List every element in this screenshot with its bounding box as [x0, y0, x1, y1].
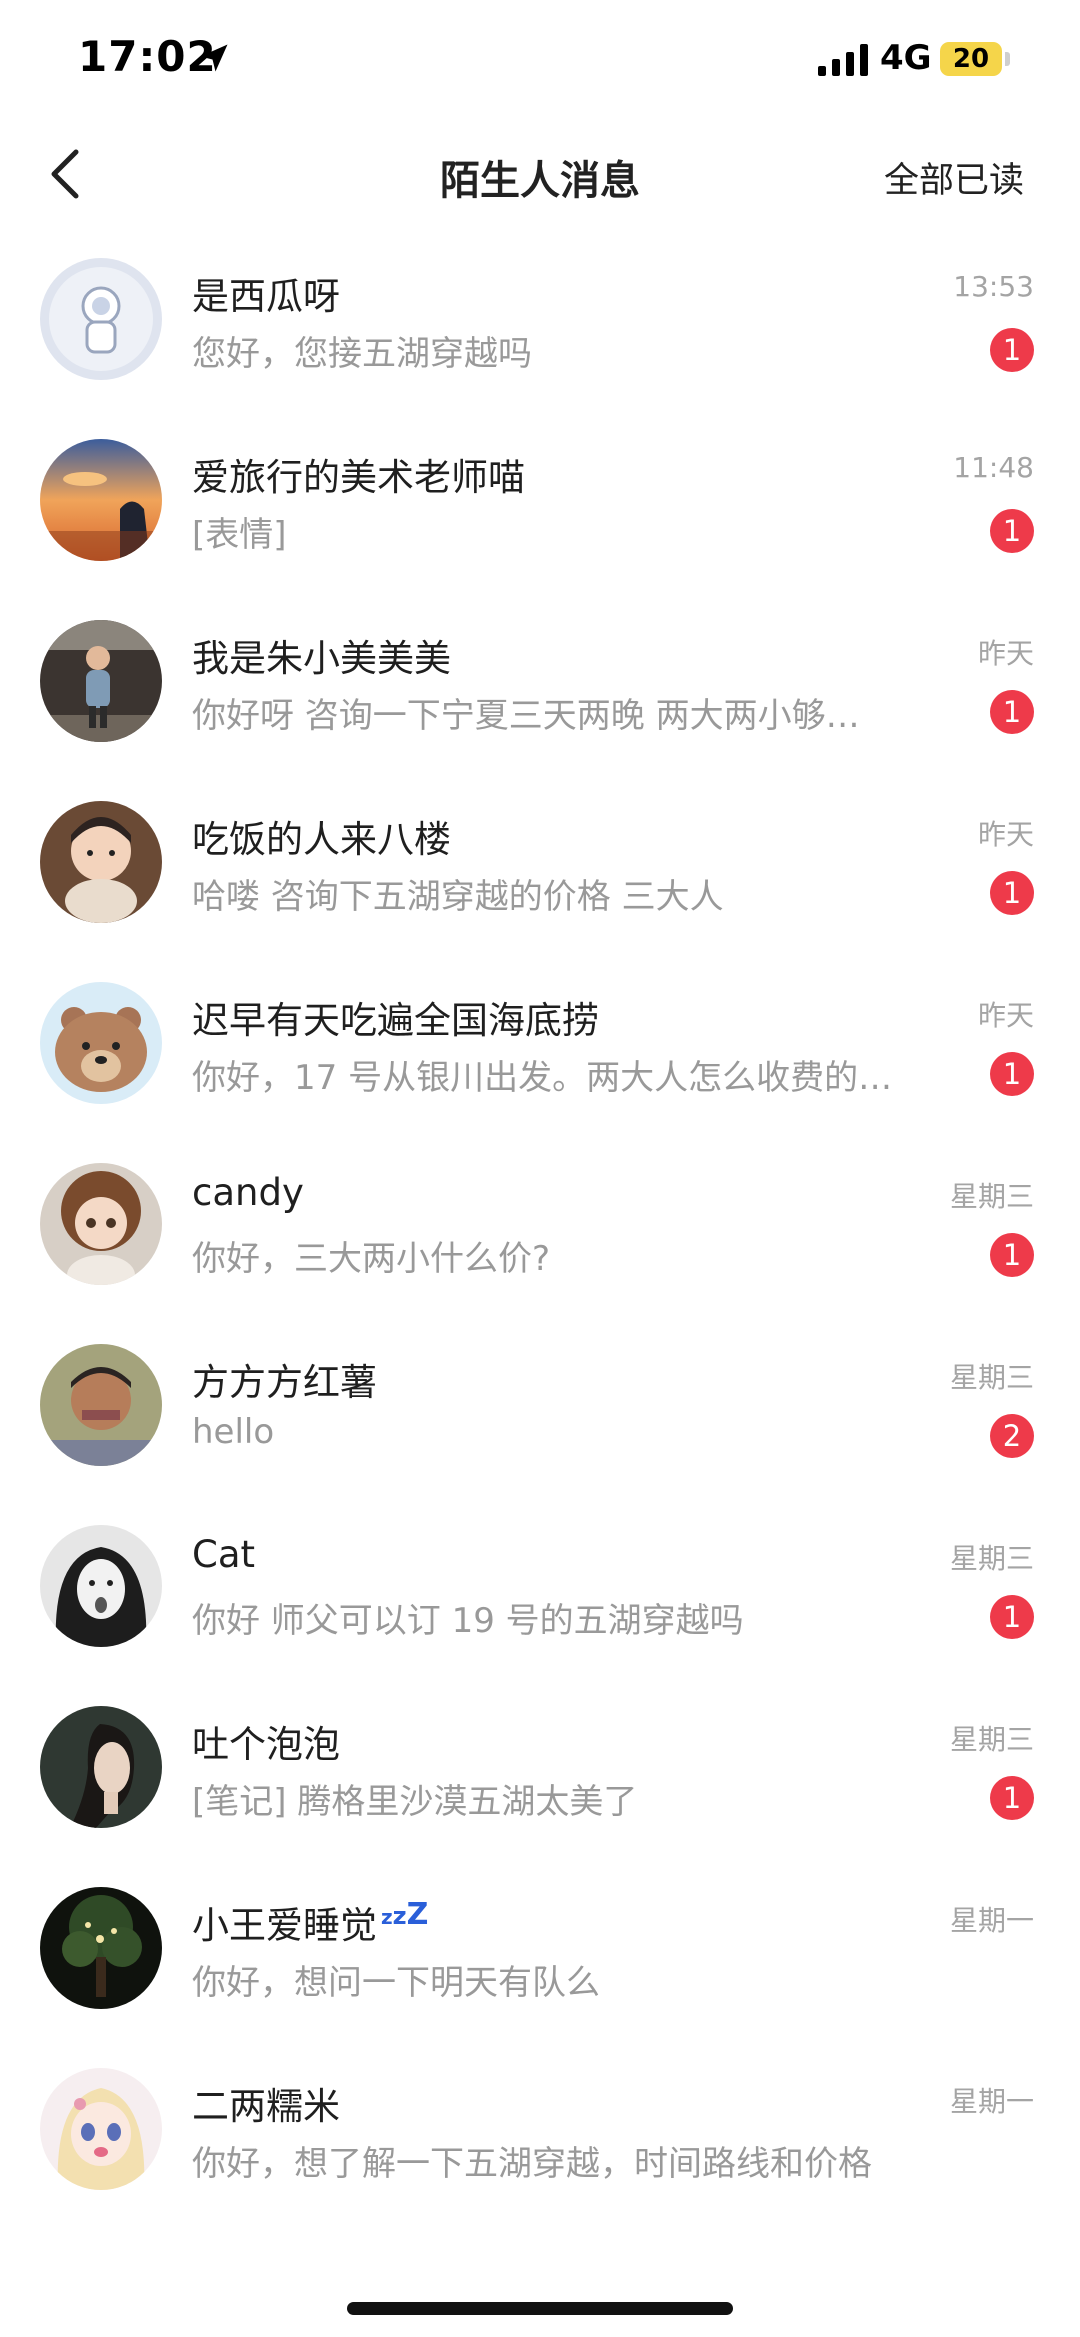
avatar: [40, 2068, 162, 2190]
message-row[interactable]: candy 你好，三大两小什么价? 星期三 1: [0, 1163, 1080, 1344]
battery-level: 20: [952, 44, 990, 74]
message-preview: 哈喽 咨询下五湖穿越的价格 三大人: [192, 877, 724, 917]
contact-name: 吐个泡泡: [192, 1723, 340, 1766]
message-preview: [表情]: [192, 515, 287, 555]
nav-bar: 陌生人消息 全部已读: [0, 120, 1080, 230]
unread-badge: 2: [990, 1414, 1034, 1458]
contact-name: 吃饭的人来八楼: [192, 818, 451, 861]
network-type: 4G: [880, 38, 932, 78]
message-row[interactable]: Cat 你好 师父可以订 19 号的五湖穿越吗 星期三 1: [0, 1525, 1080, 1706]
message-row[interactable]: 二两糯米 你好，想了解一下五湖穿越，时间路线和价格 星期一: [0, 2068, 1080, 2249]
contact-name-text: 小王爱睡觉: [192, 1904, 377, 1947]
message-preview: 你好，想问一下明天有队么: [192, 1963, 600, 2003]
message-time: 星期三: [949, 1542, 1034, 1575]
message-preview: 您好，您接五湖穿越吗: [192, 334, 532, 374]
avatar: [40, 801, 162, 923]
message-time: 昨天: [977, 637, 1034, 670]
contact-name: 二两糯米: [192, 2085, 340, 2128]
avatar: [40, 620, 162, 742]
contact-name: Cat: [192, 1533, 256, 1576]
mark-all-read-button[interactable]: 全部已读: [884, 152, 1024, 203]
stranger-messages-screen: 17:02 4G 20 陌生人消息 全部已读 是西瓜呀 您好，您接五湖穿越吗 1…: [0, 0, 1080, 2337]
message-preview: 你好，想了解一下五湖穿越，时间路线和价格: [192, 2144, 872, 2184]
message-row[interactable]: 是西瓜呀 您好，您接五湖穿越吗 13:53 1: [0, 258, 1080, 439]
unread-badge: 1: [990, 871, 1034, 915]
unread-badge: 1: [990, 1595, 1034, 1639]
unread-badge: 1: [990, 690, 1034, 734]
unread-badge: 1: [990, 509, 1034, 553]
unread-badge: 1: [990, 1233, 1034, 1277]
contact-name: 爱旅行的美术老师喵: [192, 456, 525, 499]
contact-name: 方方方红薯: [192, 1361, 377, 1404]
contact-name: 我是朱小美美美: [192, 637, 451, 680]
message-row[interactable]: 爱旅行的美术老师喵 [表情] 11:48 1: [0, 439, 1080, 620]
avatar: [40, 1163, 162, 1285]
message-row[interactable]: 方方方红薯 hello 星期三 2: [0, 1344, 1080, 1525]
contact-name: 小王爱睡觉 zzZ: [192, 1895, 428, 1949]
message-time: 星期一: [949, 1904, 1034, 1937]
message-preview: 你好，三大两小什么价?: [192, 1239, 551, 1279]
message-preview: hello: [192, 1412, 275, 1452]
message-time: 昨天: [977, 818, 1034, 851]
status-bar: 17:02 4G 20: [0, 0, 1080, 120]
message-time: 星期三: [949, 1361, 1034, 1394]
message-row[interactable]: 吃饭的人来八楼 哈喽 咨询下五湖穿越的价格 三大人 昨天 1: [0, 801, 1080, 982]
message-preview: 你好呀 咨询一下宁夏三天两晚 两大两小够…: [192, 696, 860, 736]
message-row[interactable]: 我是朱小美美美 你好呀 咨询一下宁夏三天两晚 两大两小够… 昨天 1: [0, 620, 1080, 801]
unread-badge: 1: [990, 1052, 1034, 1096]
battery-tip: [1005, 52, 1010, 66]
avatar: [40, 1706, 162, 1828]
home-indicator[interactable]: [347, 2302, 733, 2315]
location-arrow-icon: [200, 44, 228, 72]
zzz-sleep-icon: zzZ: [381, 1897, 429, 1932]
message-preview: 你好 师父可以订 19 号的五湖穿越吗: [192, 1601, 744, 1641]
message-time: 星期三: [949, 1180, 1034, 1213]
avatar: [40, 1525, 162, 1647]
message-row[interactable]: 小王爱睡觉 zzZ 你好，想问一下明天有队么 星期一: [0, 1887, 1080, 2068]
unread-badge: 1: [990, 1776, 1034, 1820]
unread-badge: 1: [990, 328, 1034, 372]
contact-name: 是西瓜呀: [192, 275, 340, 318]
message-time: 13:53: [953, 270, 1034, 303]
message-time: 星期三: [949, 1723, 1034, 1756]
battery-icon: 20: [940, 42, 1002, 76]
message-time: 星期一: [949, 2085, 1034, 2118]
message-list: 是西瓜呀 您好，您接五湖穿越吗 13:53 1 爱旅行的美术老师喵 [表情] 1…: [0, 258, 1080, 2249]
message-row[interactable]: 迟早有天吃遍全国海底捞 你好，17 号从银川出发。两大人怎么收费的… 昨天 1: [0, 982, 1080, 1163]
contact-name: 迟早有天吃遍全国海底捞: [192, 999, 599, 1042]
message-preview: [笔记] 腾格里沙漠五湖太美了: [192, 1782, 638, 1822]
avatar: [40, 1344, 162, 1466]
message-row[interactable]: 吐个泡泡 [笔记] 腾格里沙漠五湖太美了 星期三 1: [0, 1706, 1080, 1887]
cellular-signal-icon: [818, 44, 868, 76]
message-time: 昨天: [977, 999, 1034, 1032]
message-time: 11:48: [953, 451, 1034, 484]
avatar: [40, 1887, 162, 2009]
avatar: [40, 258, 162, 380]
contact-name: candy: [192, 1171, 304, 1214]
avatar: [40, 439, 162, 561]
avatar: [40, 982, 162, 1104]
message-preview: 你好，17 号从银川出发。两大人怎么收费的…: [192, 1058, 893, 1098]
